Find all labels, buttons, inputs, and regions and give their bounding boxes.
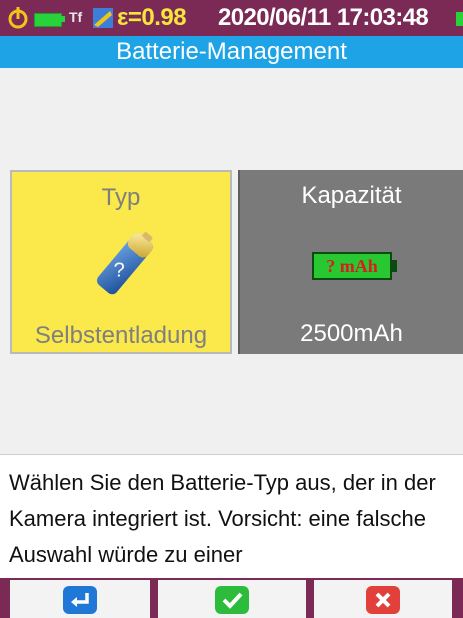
status-edge-indicator (456, 12, 463, 26)
status-bar: Tf ε=0.98 2020/06/11 17:03:48 (0, 0, 463, 36)
capacity-battery-icon: ? mAh (312, 252, 392, 280)
cancel-icon (366, 586, 400, 614)
capacity-indicator: ? mAh (326, 256, 378, 276)
emissivity-icon (93, 8, 113, 28)
emissivity-value: ε=0.98 (117, 4, 187, 31)
softkey-bar (0, 578, 463, 618)
check-icon (215, 586, 249, 614)
battery-tip (61, 16, 65, 22)
svg-text:?: ? (114, 260, 125, 282)
enter-icon (63, 586, 97, 614)
confirm-button[interactable] (154, 580, 310, 618)
capacity-battery-tip (392, 260, 397, 272)
tile-type-title: Typ (101, 184, 141, 211)
datetime: 2020/06/11 17:03:48 (218, 4, 429, 31)
battery-icon (34, 13, 62, 27)
page-title: Batterie-Management (0, 36, 463, 68)
battery-type-tile[interactable]: Typ ? Selbstentladung (10, 170, 232, 354)
battery-type-value: Selbstentladung (34, 322, 208, 349)
power-icon (8, 7, 28, 29)
battery-capacity-tile[interactable]: Kapazität ? mAh 2500mAh (238, 170, 463, 354)
tile-capacity-title: Kapazität (301, 182, 402, 209)
battery-capacity-value: 2500mAh (300, 320, 403, 347)
tf-label: Tf (69, 9, 83, 25)
enter-button[interactable] (6, 580, 154, 618)
help-text: Wählen Sie den Batterie-Typ aus, der in … (0, 454, 463, 578)
cancel-button[interactable] (310, 580, 456, 618)
battery-question-icon: ? (96, 232, 153, 295)
